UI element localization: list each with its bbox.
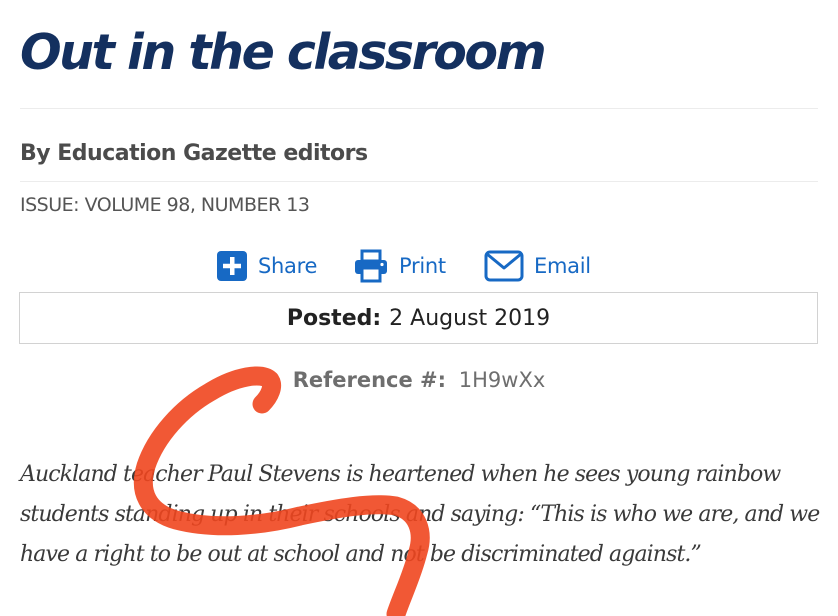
- email-label: Email: [534, 254, 591, 278]
- email-button[interactable]: Email: [484, 248, 591, 284]
- share-button[interactable]: Share: [216, 248, 317, 284]
- title-divider: [20, 108, 818, 109]
- printer-icon: [353, 249, 389, 283]
- posted-date-box: Posted: 2 August 2019: [19, 292, 818, 344]
- reference-label: Reference #:: [292, 368, 447, 392]
- article-lead: Auckland teacher Paul Stevens is hearten…: [20, 462, 820, 567]
- print-button[interactable]: Print: [353, 248, 446, 284]
- byline: By Education Gazette editors: [20, 141, 368, 166]
- issue-info: ISSUE: VOLUME 98, NUMBER 13: [20, 194, 310, 216]
- share-toolbar: Share Print Email: [0, 248, 838, 284]
- plus-square-icon: [216, 250, 248, 282]
- byline-divider: [20, 181, 818, 182]
- reference-value: 1H9wXx: [458, 368, 546, 392]
- print-label: Print: [399, 254, 446, 278]
- reference-line: Reference #: 1H9wXx: [0, 368, 838, 392]
- posted-value: 2 August 2019: [389, 305, 551, 331]
- posted-label: Posted:: [286, 305, 382, 331]
- share-label: Share: [258, 254, 318, 278]
- envelope-icon: [484, 250, 524, 282]
- article-title: Out in the classroom: [20, 24, 547, 81]
